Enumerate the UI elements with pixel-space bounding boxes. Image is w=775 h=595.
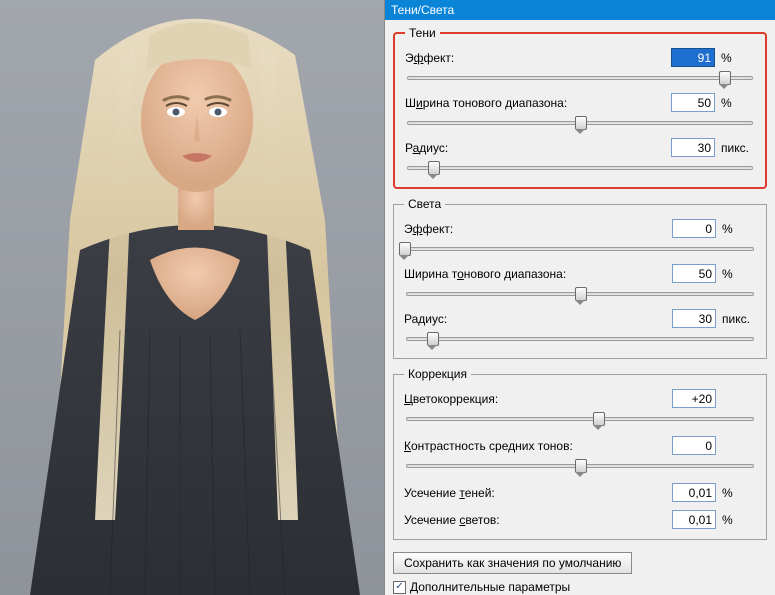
highlights-radius-label: Радиус: [404, 312, 666, 326]
highlights-group: Света Эффект: % Ширина тонового диапазон… [393, 197, 767, 359]
canvas-preview [0, 0, 384, 595]
shadows-amount-label: Эффект: [405, 51, 665, 65]
dialog-title: Тени/Света [385, 0, 775, 20]
correction-group: Коррекция Цветокоррекция: Контрастность … [393, 367, 767, 540]
shadows-tonal-slider[interactable] [405, 114, 755, 132]
color-correction-slider[interactable] [404, 410, 756, 428]
highlights-legend: Света [404, 197, 445, 211]
clip-shadows-label: Усечение теней: [404, 486, 666, 500]
highlights-amount-slider[interactable] [404, 240, 756, 258]
shadows-group: Тени Эффект: % Ширина тонового диапазона… [393, 26, 767, 189]
highlights-amount-label: Эффект: [404, 222, 666, 236]
highlights-tonal-slider[interactable] [404, 285, 756, 303]
correction-legend: Коррекция [404, 367, 471, 381]
highlights-tonal-unit: % [722, 267, 756, 281]
highlights-radius-unit: пикс. [722, 312, 756, 326]
color-correction-input[interactable] [672, 389, 716, 408]
midtone-contrast-label: Контрастность средних тонов: [404, 439, 666, 453]
shadows-tonal-unit: % [721, 96, 755, 110]
highlights-tonal-label: Ширина тонового диапазона: [404, 267, 666, 281]
shadows-radius-unit: пикс. [721, 141, 755, 155]
midtone-contrast-slider[interactable] [404, 457, 756, 475]
highlights-radius-input[interactable] [672, 309, 716, 328]
highlights-amount-input[interactable] [672, 219, 716, 238]
shadows-legend: Тени [405, 26, 440, 40]
dialog-title-text: Тени/Света [391, 3, 454, 17]
shadows-tonal-label: Ширина тонового диапазона: [405, 96, 665, 110]
clip-highlights-label: Усечение светов: [404, 513, 666, 527]
shadows-radius-input[interactable] [671, 138, 715, 157]
shadows-amount-input[interactable] [671, 48, 715, 67]
clip-shadows-unit: % [722, 486, 756, 500]
shadows-highlights-panel: Тени/Света Тени Эффект: % Ширина тоновог… [384, 0, 775, 595]
shadows-radius-slider[interactable] [405, 159, 755, 177]
clip-shadows-input[interactable] [672, 483, 716, 502]
highlights-amount-unit: % [722, 222, 756, 236]
shadows-amount-slider[interactable] [405, 69, 755, 87]
midtone-contrast-input[interactable] [672, 436, 716, 455]
shadows-amount-unit: % [721, 51, 755, 65]
more-options-label[interactable]: Дополнительные параметры [410, 580, 570, 594]
save-defaults-button[interactable]: Сохранить как значения по умолчанию [393, 552, 632, 574]
color-correction-label: Цветокоррекция: [404, 392, 666, 406]
shadows-radius-label: Радиус: [405, 141, 665, 155]
clip-highlights-input[interactable] [672, 510, 716, 529]
more-options-checkbox[interactable]: ✓ [393, 581, 406, 594]
shadows-tonal-input[interactable] [671, 93, 715, 112]
clip-highlights-unit: % [722, 513, 756, 527]
highlights-tonal-input[interactable] [672, 264, 716, 283]
highlights-radius-slider[interactable] [404, 330, 756, 348]
